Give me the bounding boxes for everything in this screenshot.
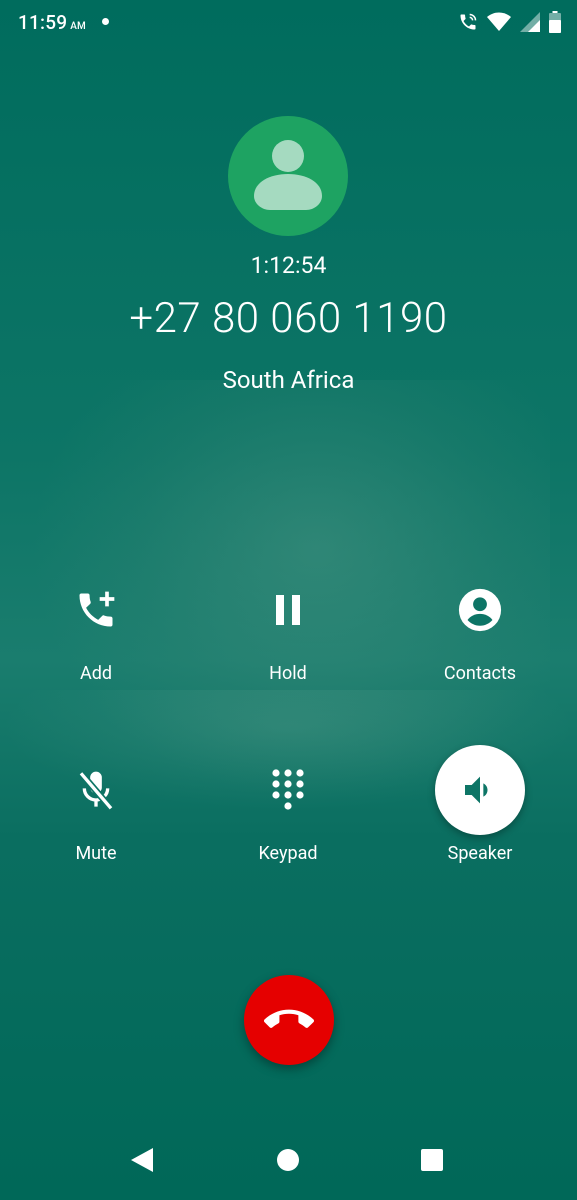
recents-button[interactable] bbox=[402, 1130, 462, 1190]
recents-icon bbox=[421, 1149, 443, 1171]
status-time: 11:59 AM bbox=[18, 11, 86, 34]
contacts-button[interactable]: Contacts bbox=[384, 565, 576, 684]
end-call-button[interactable] bbox=[244, 975, 334, 1065]
hold-label: Hold bbox=[269, 663, 307, 684]
wifi-call-icon bbox=[457, 12, 479, 36]
navigation-bar bbox=[0, 1130, 577, 1190]
keypad-label: Keypad bbox=[258, 843, 318, 864]
status-time-value: 11:59 bbox=[18, 11, 68, 34]
add-call-icon bbox=[51, 565, 141, 655]
person-icon bbox=[254, 140, 322, 210]
notification-dot-icon bbox=[102, 18, 109, 25]
status-time-ampm: AM bbox=[70, 21, 86, 32]
contacts-label: Contacts bbox=[443, 663, 517, 684]
caller-location: South Africa bbox=[222, 366, 355, 394]
pause-icon bbox=[243, 565, 333, 655]
battery-icon bbox=[549, 11, 561, 37]
account-circle-icon bbox=[435, 565, 525, 655]
status-bar: 11:59 AM bbox=[0, 0, 577, 48]
status-icons bbox=[457, 11, 561, 37]
volume-up-icon bbox=[435, 745, 525, 835]
keypad-button[interactable]: Keypad bbox=[192, 745, 384, 864]
mute-label: Mute bbox=[75, 843, 117, 864]
home-button[interactable] bbox=[258, 1130, 318, 1190]
add-call-button[interactable]: Add bbox=[0, 565, 192, 684]
mic-off-icon bbox=[51, 745, 141, 835]
hold-button[interactable]: Hold bbox=[192, 565, 384, 684]
add-label: Add bbox=[79, 663, 113, 684]
call-timer: 1:12:54 bbox=[250, 252, 327, 279]
contact-avatar bbox=[228, 116, 348, 236]
speaker-label: Speaker bbox=[447, 843, 513, 864]
dialpad-icon bbox=[243, 745, 333, 835]
back-button[interactable] bbox=[112, 1130, 172, 1190]
speaker-button[interactable]: Speaker bbox=[384, 745, 576, 864]
signal-icon bbox=[519, 11, 541, 37]
call-end-icon bbox=[264, 1009, 314, 1028]
home-icon bbox=[277, 1149, 299, 1171]
back-icon bbox=[131, 1148, 153, 1172]
mute-button[interactable]: Mute bbox=[0, 745, 192, 864]
wifi-icon bbox=[487, 12, 511, 36]
phone-number: +27 80 060 1190 bbox=[129, 294, 448, 343]
